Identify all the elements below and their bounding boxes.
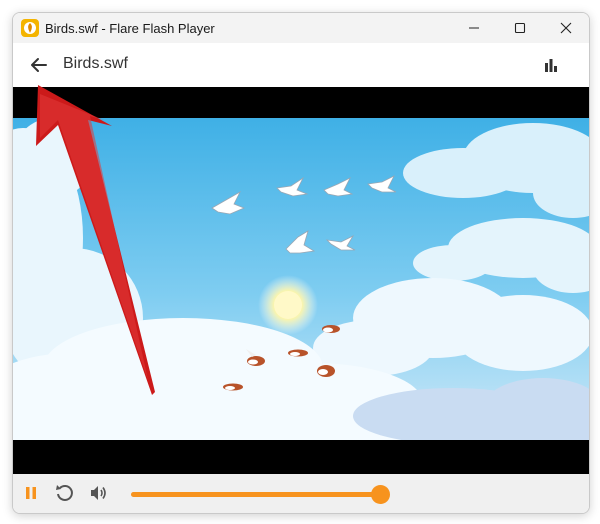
playback-controls — [13, 474, 589, 513]
close-icon — [560, 22, 572, 34]
flash-animation-birds-in-sky[interactable] — [13, 118, 589, 440]
flare-app-icon — [21, 19, 39, 37]
player-stage[interactable] — [13, 87, 589, 474]
robin — [322, 325, 340, 333]
slider-fill — [131, 492, 381, 497]
arrow-left-icon — [31, 58, 47, 72]
file-name: Birds.swf — [63, 55, 128, 72]
title-bar[interactable]: Birds.swf - Flare Flash Player — [13, 13, 589, 43]
pause-icon — [26, 487, 36, 499]
volume-icon — [91, 486, 106, 500]
robin — [223, 383, 243, 391]
volume-button[interactable] — [86, 481, 110, 505]
stats-button[interactable] — [539, 53, 563, 77]
pause-button[interactable] — [19, 481, 43, 505]
maximize-button[interactable] — [497, 13, 543, 43]
volume-slider[interactable] — [131, 482, 390, 506]
window-title: Birds.swf - Flare Flash Player — [45, 21, 215, 36]
robin — [317, 365, 335, 377]
maximize-icon — [514, 22, 526, 34]
minimize-icon — [469, 27, 479, 29]
restart-button[interactable] — [52, 481, 76, 505]
back-button[interactable] — [25, 51, 53, 79]
robin — [288, 349, 308, 357]
app-window: Birds.swf - Flare Flash Player Birds.swf — [12, 12, 590, 514]
slider-thumb[interactable] — [371, 485, 390, 504]
sun — [274, 291, 302, 319]
bar-chart-icon — [545, 59, 557, 72]
toolbar: Birds.swf — [13, 43, 589, 87]
restart-icon — [56, 485, 73, 501]
minimize-button[interactable] — [451, 13, 497, 43]
close-button[interactable] — [543, 13, 589, 43]
